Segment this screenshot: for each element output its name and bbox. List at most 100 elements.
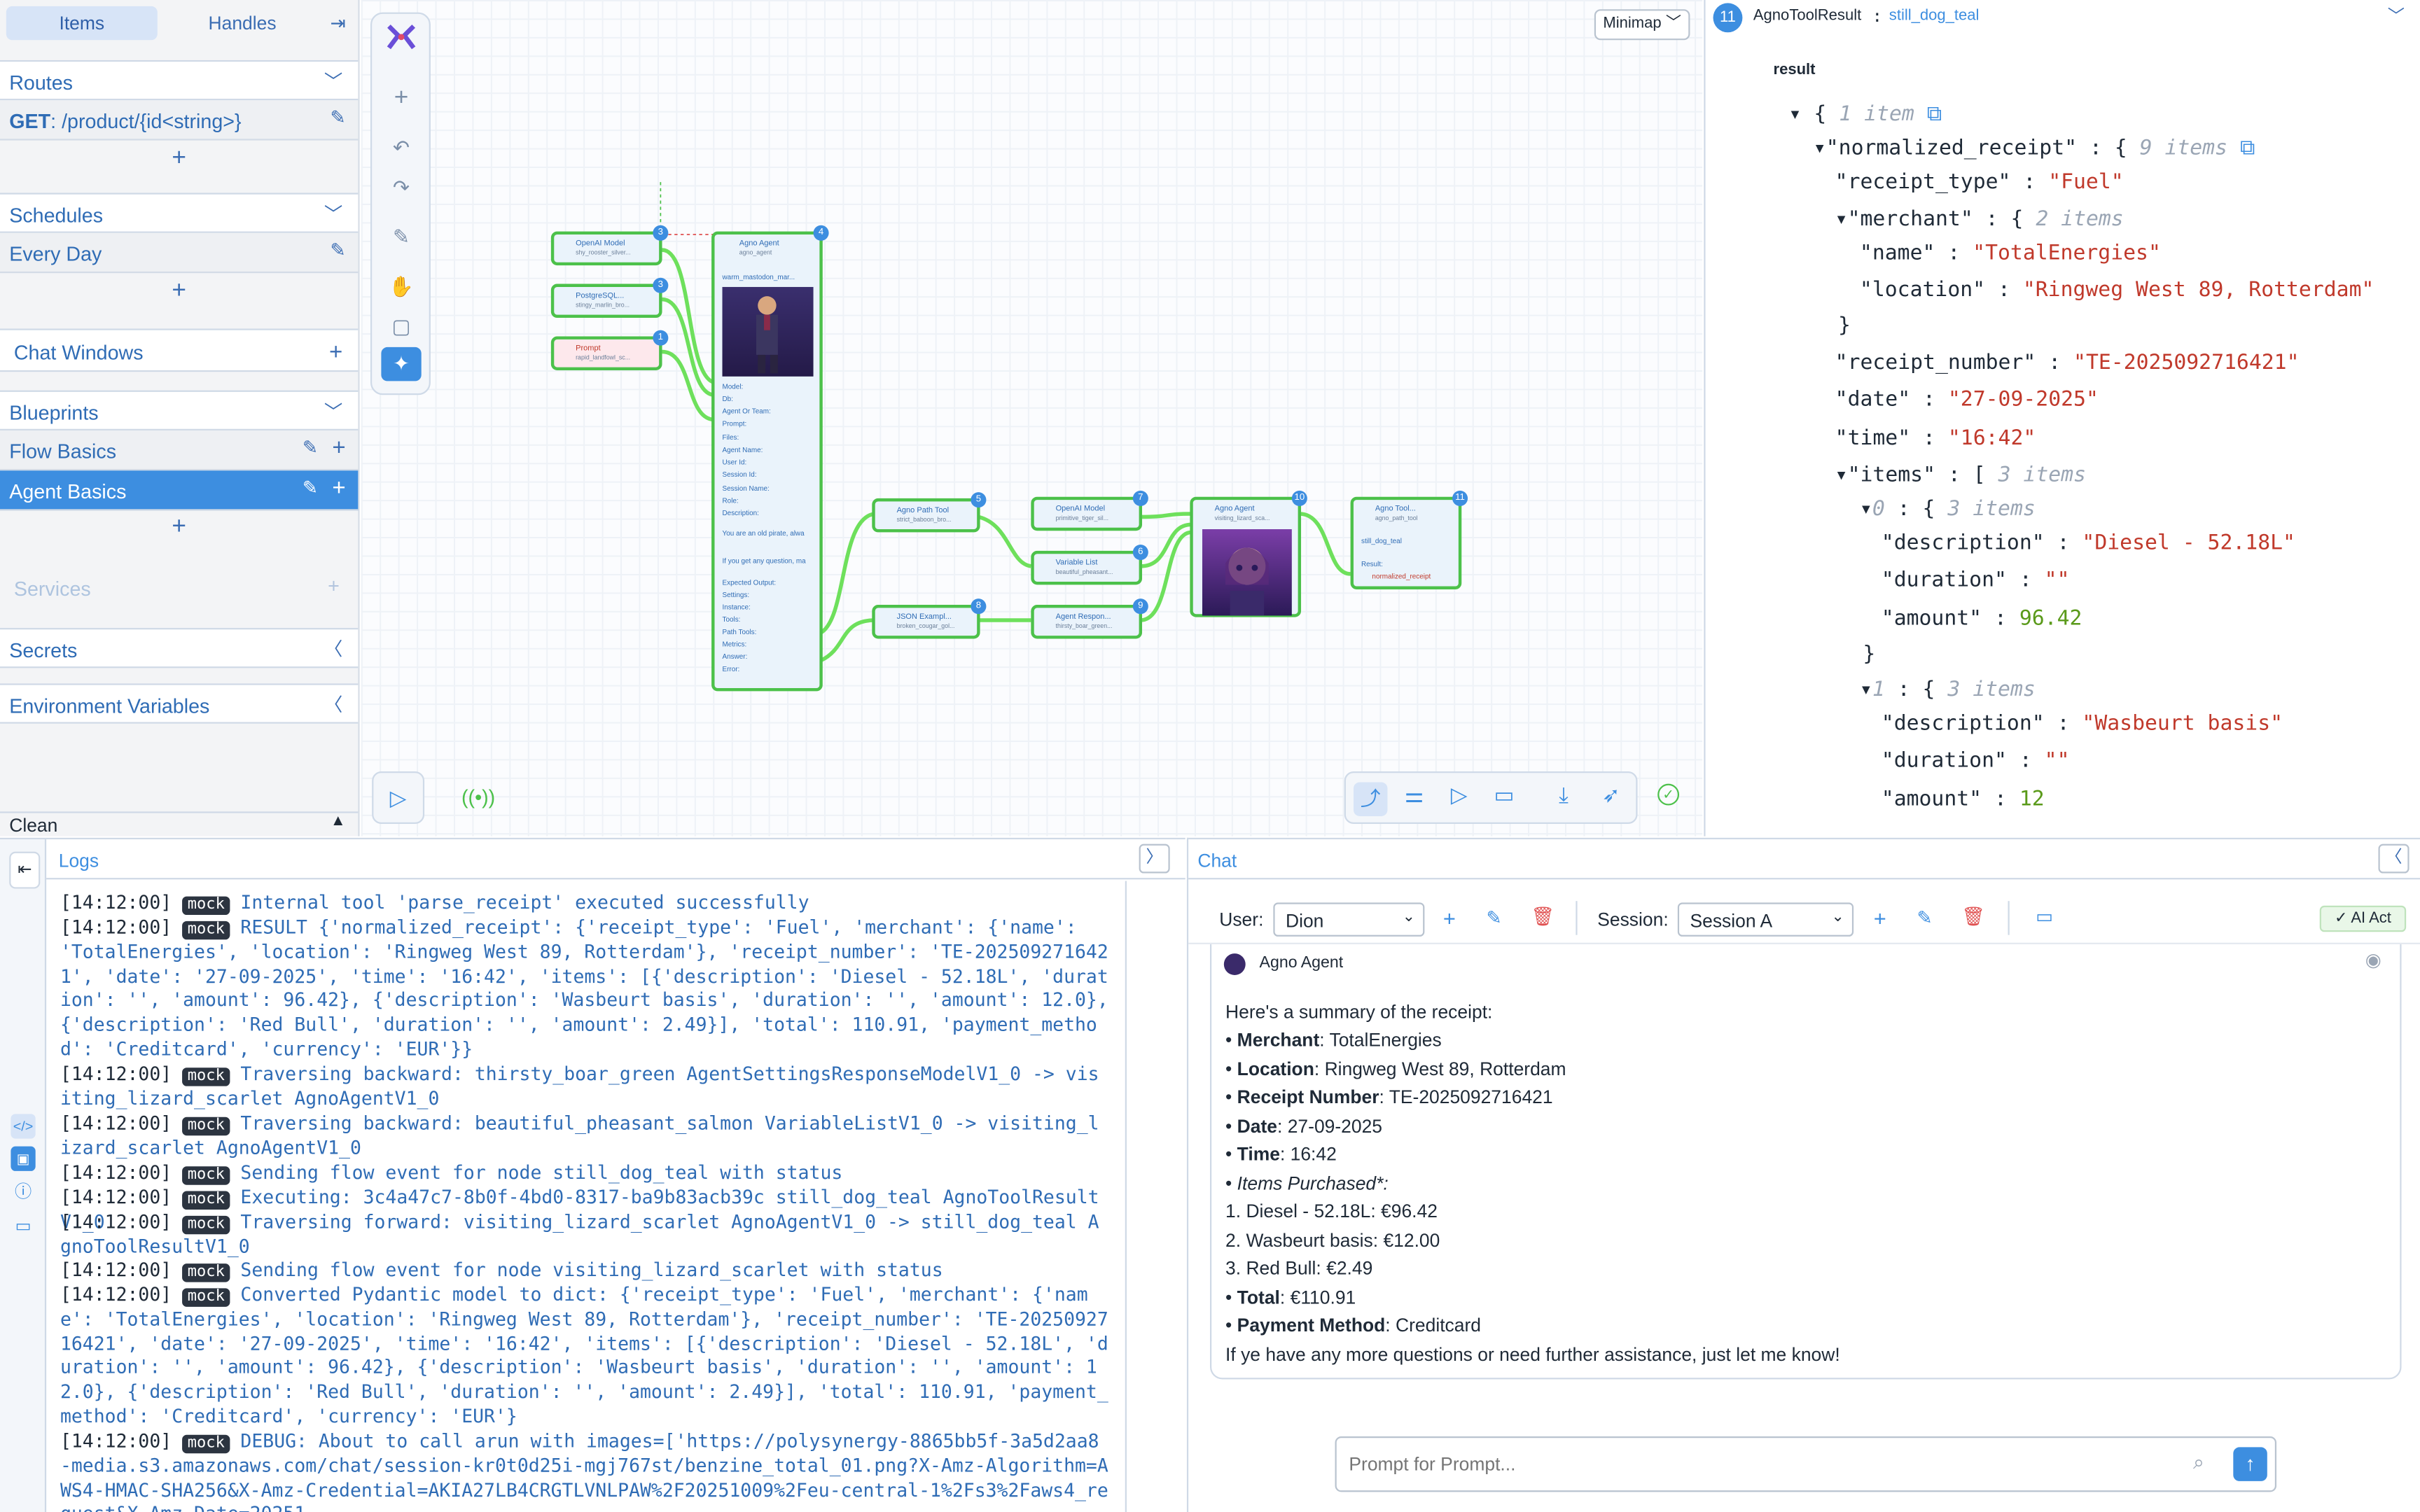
collapse-sidebar-icon[interactable]: ⇥	[324, 6, 352, 40]
chevron-down-icon[interactable]: ﹀	[324, 201, 342, 227]
collapse-logs-icon[interactable]: ⇤	[9, 851, 41, 889]
chevron-down-icon[interactable]: ﹀	[2388, 3, 2405, 27]
env-header[interactable]: Environment Variables 〈	[0, 683, 359, 724]
node-variable-list[interactable]: Variable List beautiful_pheasant... 6	[1031, 545, 1148, 585]
edit-user-icon[interactable]: ✎	[1487, 907, 1502, 929]
copy-icon[interactable]: ⧉	[2240, 136, 2255, 160]
node-agent-response[interactable]: Agent Respon... thirsty_boar_green... 9	[1031, 598, 1148, 639]
info-icon[interactable]: ⓘ	[11, 1180, 35, 1205]
chevron-down-icon[interactable]: ﹀	[324, 398, 342, 424]
agent-property: Description:	[722, 509, 759, 517]
node-badge: 1	[653, 330, 669, 346]
blueprint-item-agent-basics[interactable]: Agent Basics ✎ +	[0, 470, 359, 511]
chevron-right-icon[interactable]: 〉	[1139, 844, 1170, 874]
edit-icon[interactable]: ✎	[331, 239, 346, 261]
chevron-down-icon[interactable]: ﹀	[324, 68, 342, 94]
log-line: [14:12:00] mock DEBUG: About to call aru…	[60, 1430, 1110, 1512]
node-openai-model-2[interactable]: OpenAI Model primitive_tiger_sil... 7	[1031, 490, 1148, 531]
node-result-label: Result:	[1361, 560, 1383, 568]
play-icon[interactable]: ▷	[1451, 782, 1468, 808]
broadcast-icon[interactable]: ((•))	[461, 785, 495, 808]
node-agno-tool-result[interactable]: Agno Tool... agno_path_tool 11 still_dog…	[1350, 490, 1468, 589]
send-button[interactable]: ↑	[2233, 1447, 2267, 1481]
node-subtitle: agno_agent	[739, 248, 772, 256]
log-line: [14:12:00] mock Sending flow event for n…	[60, 1162, 1110, 1186]
play-button[interactable]: ▷	[372, 771, 425, 824]
node-title: Agno Path Tool	[896, 505, 950, 516]
code-icon[interactable]: </>	[11, 1114, 36, 1139]
schedule-item[interactable]: Every Day ✎	[0, 232, 359, 274]
log-timestamp: [14:12:00]	[60, 916, 172, 939]
agent-property: Instance:	[722, 603, 751, 611]
json-value: "Diesel - 52.18L"	[2082, 531, 2295, 556]
agent-avatar	[722, 286, 814, 377]
edit-icon[interactable]: ✎	[302, 477, 318, 498]
ai-act-badge[interactable]: ✓ AI Act	[2319, 905, 2407, 932]
log-tag: mock	[183, 1068, 230, 1086]
blueprint-item-flow-basics[interactable]: Flow Basics ✎ +	[0, 430, 359, 471]
clean-bar[interactable]: Clean ▲	[0, 811, 359, 836]
copy-icon[interactable]: ⧉	[1927, 102, 1942, 126]
chevron-left-icon[interactable]: 〈	[324, 636, 342, 662]
edit-session-icon[interactable]: ✎	[1917, 907, 1932, 929]
folder-icon[interactable]: ▭	[11, 1214, 35, 1239]
user-select[interactable]: Dion ⌄	[1273, 902, 1425, 937]
expand-caret[interactable]: ▾	[1835, 206, 1848, 231]
add-route-button[interactable]: +	[0, 139, 358, 178]
chevron-up-icon[interactable]: ▲	[331, 813, 346, 830]
session-select[interactable]: Session A ⌄	[1677, 902, 1854, 937]
add-user-icon[interactable]: +	[1443, 906, 1456, 930]
prompt-input[interactable]	[1349, 1448, 2183, 1480]
add-icon: +	[328, 573, 340, 597]
rocket-icon[interactable]: ➶	[1602, 782, 1620, 808]
logs-scrollbar[interactable]	[1125, 881, 1185, 1512]
delete-session-icon[interactable]: 🗑	[1961, 906, 1985, 927]
add-schedule-button[interactable]: +	[0, 272, 358, 312]
msg-item-1: 1. Diesel - 52.18L: €96.42	[1225, 1200, 1438, 1222]
add-blueprint-button[interactable]: +	[0, 507, 358, 547]
node-json-example[interactable]: JSON Exampl... broken_cougar_gol... 8	[872, 598, 987, 639]
add-icon[interactable]: +	[332, 435, 345, 461]
schedules-header[interactable]: Schedules ﹀	[0, 192, 359, 233]
routes-header[interactable]: Routes ﹀	[0, 59, 359, 101]
expand-caret[interactable]: ▾	[1789, 102, 1802, 126]
result-name: still_dog_teal	[1889, 8, 1980, 25]
flow-icon[interactable]: ⤴	[1353, 782, 1388, 816]
node-subtitle: primitive_tiger_sil...	[1055, 513, 1109, 522]
node-openai-model[interactable]: OpenAI Model shy_rooster_silver... 3	[550, 225, 669, 266]
chevron-left-icon[interactable]: 〈	[2378, 844, 2409, 874]
comment-icon[interactable]: ▭	[2036, 906, 2053, 927]
secrets-header[interactable]: Secrets 〈	[0, 628, 359, 668]
expand-caret[interactable]: ▾	[1860, 678, 1872, 702]
blueprints-header[interactable]: Blueprints ﹀	[0, 390, 359, 430]
node-agno-agent-2[interactable]: Agno Agent visiting_lizard_sca... 10	[1190, 490, 1307, 617]
eye-icon[interactable]: ◉	[2365, 949, 2381, 971]
paperclip-icon[interactable]: ⌕	[2193, 1450, 2204, 1475]
node-postgresql[interactable]: PostgreSQL... stingy_marlin_bro... 3	[550, 277, 669, 318]
tab-items[interactable]: Items	[6, 6, 158, 41]
expand-caret[interactable]: ▾	[1835, 463, 1848, 487]
edit-icon[interactable]: ✎	[302, 437, 318, 458]
expand-caret[interactable]: ▾	[1814, 136, 1826, 160]
add-session-icon[interactable]: +	[1874, 906, 1886, 930]
expand-caret[interactable]: ▾	[1860, 497, 1872, 522]
terminal-icon[interactable]: ▣	[11, 1146, 36, 1171]
edit-icon[interactable]: ✎	[331, 106, 346, 128]
node-prompt[interactable]: Prompt rapid_landfowl_sc... 1	[550, 330, 669, 370]
add-icon[interactable]: +	[332, 475, 345, 501]
log-tag: mock	[183, 920, 230, 940]
sidebar-tabs: Items Handles ⇥	[6, 6, 352, 41]
route-item[interactable]: GET: /product/{id<string>} ✎	[0, 100, 359, 141]
sliders-icon[interactable]: ⚌	[1405, 782, 1424, 808]
book-icon[interactable]: ▭	[1494, 782, 1515, 808]
flow-canvas[interactable]: + ↶ ↷ ✎ ✋ ▢ ✦ Minimap ﹀ OpenAI Model shy…	[361, 0, 1703, 836]
add-chat-window-icon[interactable]: +	[329, 340, 342, 365]
chevron-left-icon[interactable]: 〈	[324, 691, 342, 717]
node-title: Agno Agent	[739, 239, 779, 248]
download-icon[interactable]: ⤓	[1559, 782, 1569, 808]
node-agno-agent[interactable]: Agno Agent agno_agent 4 warm_mastodon_ma…	[711, 225, 829, 692]
delete-user-icon[interactable]: 🗑	[1531, 906, 1555, 927]
tab-handles[interactable]: Handles	[167, 6, 318, 40]
node-agno-path-tool[interactable]: Agno Path Tool strict_baboon_bro... 5	[872, 492, 987, 533]
chat-windows-header[interactable]: Chat Windows +	[0, 328, 359, 372]
